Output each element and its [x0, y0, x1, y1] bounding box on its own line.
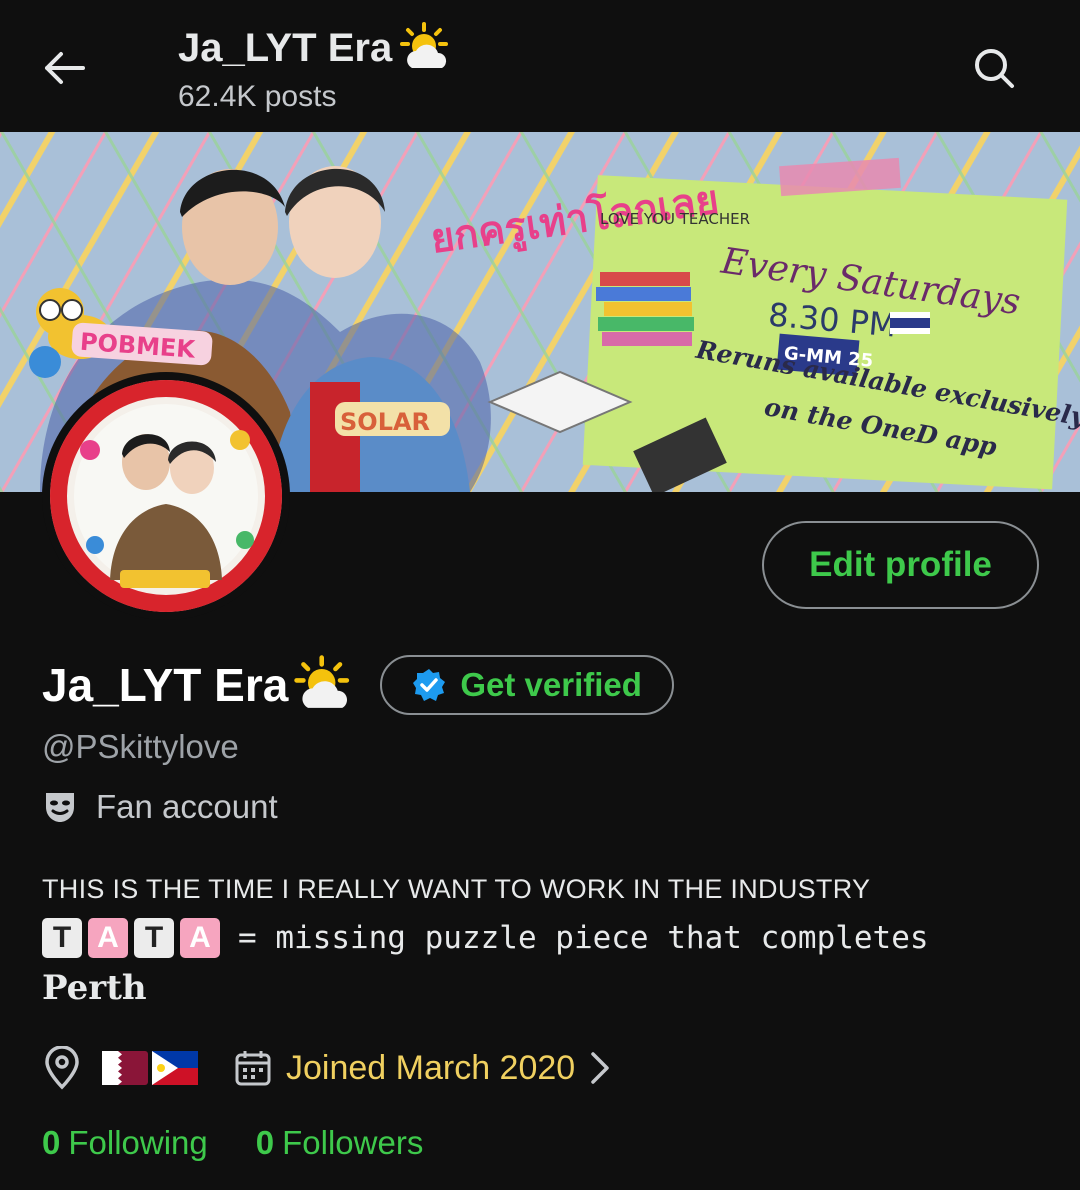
following-label: Following — [68, 1124, 208, 1161]
chevron-right-icon[interactable] — [585, 1048, 615, 1088]
follow-counts: 0 Following 0 Followers — [42, 1124, 423, 1162]
search-icon — [975, 49, 1014, 88]
category-label: Fan account — [96, 788, 278, 825]
following-link[interactable]: 0 Following — [42, 1124, 208, 1162]
banner-tag-right: SOLAR — [340, 408, 430, 436]
get-verified-button[interactable]: Get verified — [380, 655, 674, 715]
verified-badge-icon — [413, 669, 446, 701]
avatar[interactable] — [42, 372, 290, 620]
sun-behind-cloud-icon — [400, 22, 449, 68]
philippines-flag-icon — [152, 1051, 198, 1085]
bio-letter-a: A — [180, 918, 220, 958]
user-handle: @PSkittylove — [42, 728, 239, 765]
arrow-left-icon — [45, 52, 85, 84]
get-verified-label: Get verified — [460, 666, 642, 703]
bio-letter-t: T — [42, 918, 82, 958]
bio-letter-t: T — [134, 918, 174, 958]
followers-label: Followers — [282, 1124, 424, 1161]
bio-letter-a: A — [88, 918, 128, 958]
post-count: 62.4K posts — [178, 80, 337, 113]
bio-line-2-text: = missing puzzle piece that completes — [238, 920, 929, 956]
location-pin-icon — [45, 1046, 79, 1090]
back-button[interactable] — [36, 40, 92, 96]
top-bar: Ja_LYT Era 62.4K posts — [0, 0, 1080, 132]
bio-line-2: T A T A = missing puzzle piece that comp… — [42, 918, 929, 958]
header-title-text: Ja_LYT Era — [178, 25, 393, 70]
display-name: Ja_LYT Era — [42, 659, 289, 711]
avatar-image — [50, 380, 282, 612]
profile-category: Fan account — [42, 788, 278, 826]
name-row: Ja_LYT Era Get verified — [42, 655, 674, 715]
calendar-icon — [235, 1051, 271, 1086]
mask-icon — [46, 793, 74, 822]
profile-meta: Joined March 2020 — [42, 1040, 615, 1096]
header-title: Ja_LYT Era — [178, 22, 454, 74]
following-count: 0 — [42, 1124, 61, 1161]
joined-date: Joined March 2020 — [286, 1048, 576, 1087]
search-button[interactable] — [966, 40, 1022, 96]
followers-link[interactable]: 0 Followers — [256, 1124, 424, 1162]
bio-line-1: THIS IS THE TIME I REALLY WANT TO WORK I… — [42, 874, 871, 904]
sun-behind-cloud-icon — [294, 655, 350, 708]
banner-title-en: LOVE YOU TEACHER — [600, 210, 750, 228]
edit-profile-button[interactable]: Edit profile — [762, 521, 1039, 609]
bio-line-3: Perth — [42, 968, 147, 1008]
followers-count: 0 — [255, 1124, 275, 1161]
qatar-flag-icon — [102, 1051, 148, 1085]
